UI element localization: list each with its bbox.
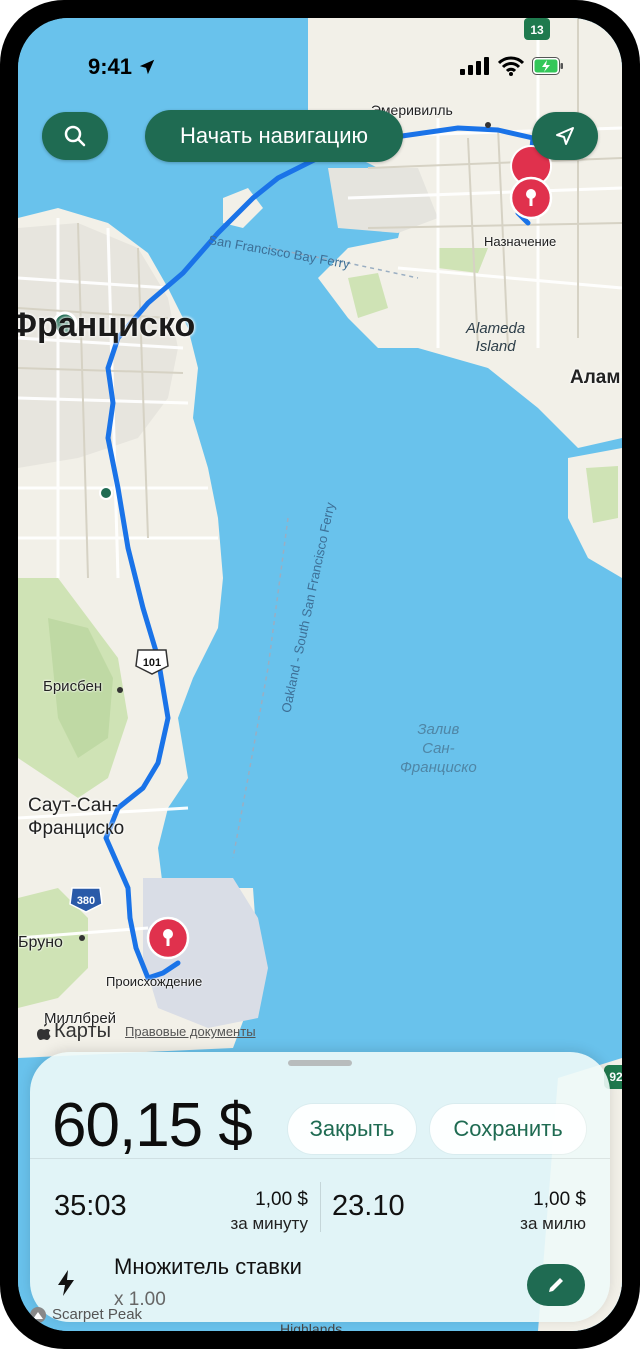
fare-panel: 60,15 $ Закрыть Сохранить 35:03 1,00 $ з…	[30, 1052, 610, 1322]
sheet-grabber[interactable]	[288, 1060, 352, 1066]
per-minute-unit: за минуту	[230, 1214, 308, 1233]
status-icons	[460, 56, 564, 76]
svg-text:101: 101	[143, 657, 161, 669]
waypoint-dot	[99, 486, 113, 500]
stats-divider	[320, 1182, 321, 1232]
apple-logo-icon	[37, 1022, 51, 1040]
map-label-bay: Залив Сан- Франциско	[400, 721, 477, 776]
search-button[interactable]	[42, 112, 108, 160]
map-label-origin: Происхождение	[106, 974, 203, 989]
pencil-icon	[549, 1278, 563, 1292]
per-mile-unit: за милю	[520, 1214, 586, 1233]
map-label-south-sf: Саут-Сан- Франциско	[28, 795, 125, 839]
legal-link[interactable]: Правовые документы	[125, 1024, 256, 1039]
multiplier-title: Множитель ставки	[114, 1254, 302, 1279]
map-label-alameda: Алам	[570, 367, 621, 388]
maps-logo: Карты	[36, 1020, 111, 1043]
close-button[interactable]: Закрыть	[288, 1104, 416, 1154]
map-label-scarpet-peak: Scarpet Peak	[30, 1306, 142, 1323]
map-label-bruno: Бруно	[18, 934, 63, 951]
mountain-icon	[30, 1306, 46, 1323]
highway-13-shield: 13	[524, 18, 550, 40]
panel-divider	[30, 1158, 610, 1159]
trip-distance: 23.10	[332, 1190, 405, 1222]
screen: 13 101 380 Эмеривилль Назначение San Fra…	[18, 18, 622, 1331]
svg-text:380: 380	[77, 895, 95, 907]
edit-multiplier-button[interactable]	[527, 1264, 585, 1306]
battery-icon	[532, 57, 563, 75]
phone-frame: 13 101 380 Эмеривилль Назначение San Fra…	[0, 0, 640, 1349]
trip-duration: 35:03	[54, 1190, 127, 1222]
search-icon	[64, 125, 86, 147]
per-mile-rate: 1,00 $ за милю	[496, 1188, 586, 1236]
locate-me-button[interactable]	[532, 112, 598, 160]
per-mile-value: 1,00 $	[533, 1189, 586, 1210]
fare-total: 60,15 $	[52, 1091, 253, 1160]
origin-pin-icon	[146, 916, 190, 960]
per-minute-rate: 1,00 $ за минуту	[220, 1188, 308, 1236]
wifi-icon	[498, 56, 524, 76]
location-arrow-icon	[139, 59, 155, 75]
status-time: 9:41	[88, 54, 156, 80]
svg-text:13: 13	[530, 23, 544, 37]
start-navigation-button[interactable]: Начать навигацию	[145, 110, 403, 162]
map-label-highlands: Highlands	[280, 1321, 343, 1331]
save-button[interactable]: Сохранить	[430, 1104, 586, 1154]
map-attribution: Карты Правовые документы	[36, 1020, 256, 1043]
map-label-san-francisco: Франциско	[18, 306, 196, 344]
map-label-brisbane: Брисбен	[43, 678, 103, 695]
navigation-arrow-icon	[556, 127, 574, 145]
per-minute-value: 1,00 $	[255, 1189, 308, 1210]
cellular-signal-icon	[460, 57, 489, 75]
map-label-alameda-island: Alameda Island	[466, 320, 526, 355]
lightning-icon	[58, 1270, 74, 1296]
map-label-destination: Назначение	[484, 234, 557, 249]
